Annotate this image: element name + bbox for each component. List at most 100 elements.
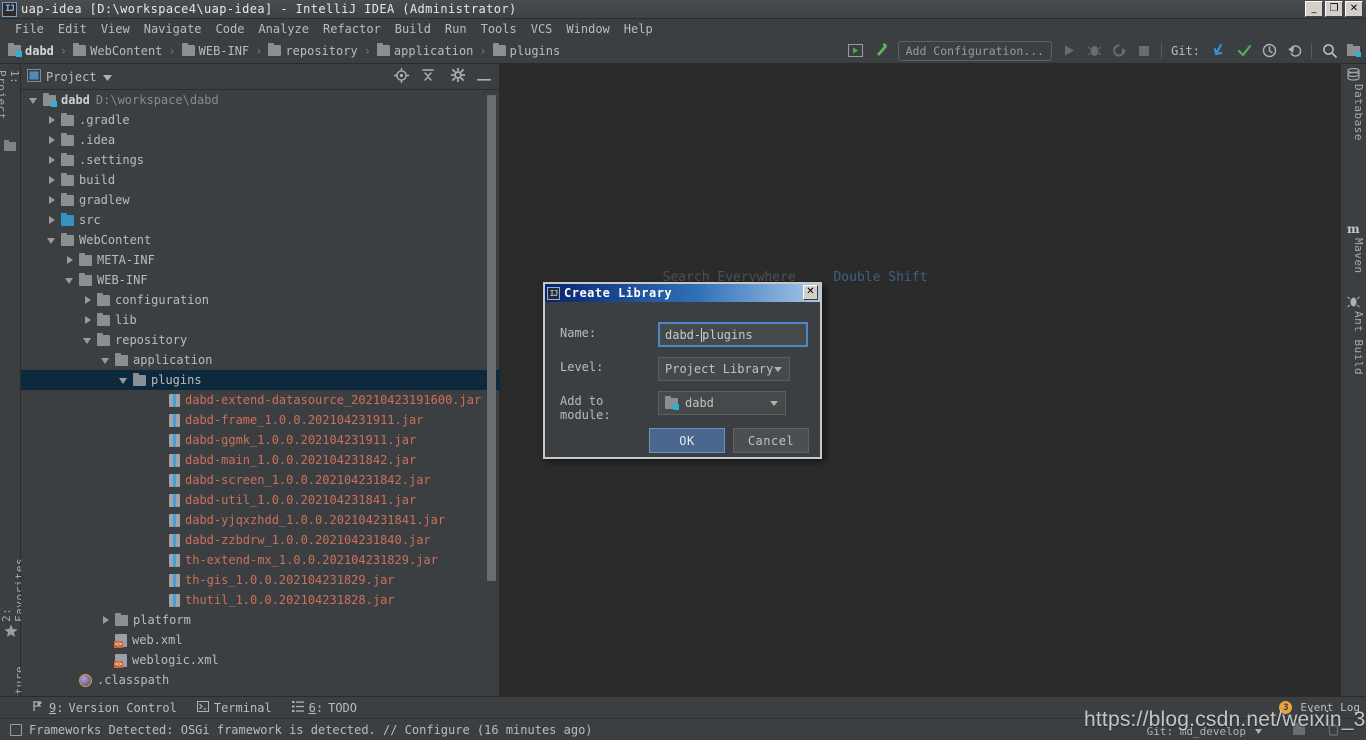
locate-icon[interactable] [394,67,409,86]
menu-vcs[interactable]: VCS [524,21,560,37]
tree-row[interactable]: thutil_1.0.0.202104231828.jar [21,590,500,610]
dialog-close-icon[interactable]: ✕ [803,285,818,300]
tree-row[interactable]: build [21,170,500,190]
history-icon[interactable] [1261,43,1277,59]
run-configuration-selector[interactable]: Add Configuration... [897,40,1053,61]
menu-analyze[interactable]: Analyze [251,21,316,37]
commit-icon[interactable] [1236,43,1252,59]
expand-arrow-icon[interactable] [65,255,76,266]
breadcrumb-item-application[interactable]: application [375,43,475,58]
breadcrumb-item-plugins[interactable]: plugins [491,43,563,58]
tree-row[interactable]: WebContent [21,230,500,250]
update-project-icon[interactable] [1211,43,1227,59]
breadcrumb-item-webcontent[interactable]: WebContent [71,43,164,58]
project-structure-icon[interactable] [1346,43,1362,59]
expand-arrow-icon[interactable] [101,615,112,626]
sidebar-item-favorites[interactable]: 2: Favorites [0,542,26,626]
tree-row[interactable]: platform [21,610,500,630]
restore-icon[interactable]: ❐ [1325,1,1343,17]
search-everywhere-icon[interactable] [1321,43,1337,59]
tree-row[interactable]: dabd-util_1.0.0.202104231841.jar [21,490,500,510]
tree-row[interactable]: th-gis_1.0.0.202104231829.jar [21,570,500,590]
bottom-tab-terminal[interactable]: Terminal [196,700,272,715]
expand-arrow-icon[interactable] [47,195,58,206]
expand-arrow-icon[interactable] [47,215,58,226]
tree-row[interactable]: th-extend-mx_1.0.0.202104231829.jar [21,550,500,570]
project-tree-scrollbar[interactable] [487,95,496,581]
tree-row[interactable]: .classpath [21,670,500,690]
breadcrumb-item-webinf[interactable]: WEB-INF [180,43,252,58]
tree-row[interactable]: dabd-zzbdrw_1.0.0.202104231840.jar [21,530,500,550]
tree-row[interactable]: dabd-screen_1.0.0.202104231842.jar [21,470,500,490]
tree-row[interactable]: plugins [21,370,500,390]
tree-row[interactable]: configuration [21,290,500,310]
library-name-input[interactable]: dabd-plugins [658,322,808,347]
tree-row[interactable]: lib [21,310,500,330]
menu-edit[interactable]: Edit [51,21,94,37]
tree-row[interactable]: weblogic.xml [21,650,500,670]
hide-panel-icon[interactable] [477,70,491,84]
expand-arrow-icon[interactable] [47,135,58,146]
expand-arrow-icon[interactable] [83,295,94,306]
breadcrumb-item-repository[interactable]: repository [266,43,359,58]
tree-row[interactable]: src [21,210,500,230]
menu-navigate[interactable]: Navigate [137,21,209,37]
tree-row[interactable]: repository [21,330,500,350]
collapse-arrow-icon[interactable] [101,355,112,366]
sidebar-item-maven[interactable]: Maven [1341,238,1365,283]
status-message[interactable]: Frameworks Detected: OSGi framework is d… [29,723,593,737]
menu-tools[interactable]: Tools [474,21,524,37]
tree-row[interactable]: dabd-ggmk_1.0.0.202104231911.jar [21,430,500,450]
tree-row[interactable]: dabd-extend-datasource_20210423191600.ja… [21,390,500,410]
close-icon[interactable]: ✕ [1345,1,1363,17]
tree-row-label: dabd-main_1.0.0.202104231842.jar [185,453,417,467]
menu-file[interactable]: File [8,21,51,37]
minimize-icon[interactable]: _ [1305,1,1323,17]
menu-refactor[interactable]: Refactor [316,21,388,37]
settings-gear-icon[interactable] [450,67,466,85]
menu-code[interactable]: Code [209,21,252,37]
menu-view[interactable]: View [94,21,137,37]
breadcrumb-item-dabd[interactable]: dabd [6,43,56,58]
menu-run[interactable]: Run [438,21,474,37]
bottom-tab-version-control[interactable]: 9: Version Control [32,700,177,715]
project-tree[interactable]: dabd D:\workspace\dabd .gradle .idea .settin… [21,90,500,696]
collapse-arrow-icon[interactable] [83,335,94,346]
tree-row[interactable]: dabd-yjqxzhdd_1.0.0.202104231841.jar [21,510,500,530]
sidebar-item-ant-build[interactable]: Ant Build [1341,311,1365,377]
level-dropdown[interactable]: Project Library [658,357,790,381]
expand-arrow-icon[interactable] [47,175,58,186]
sidebar-item-database[interactable]: Database [1341,84,1365,146]
menu-window[interactable]: Window [559,21,616,37]
tree-row[interactable]: web.xml [21,630,500,650]
chevron-down-icon[interactable] [102,70,112,84]
tree-row[interactable]: META-INF [21,250,500,270]
tree-row[interactable]: .settings [21,150,500,170]
tree-row[interactable]: .idea [21,130,500,150]
expand-arrow-icon[interactable] [83,315,94,326]
collapse-arrow-icon[interactable] [29,95,40,106]
collapse-arrow-icon[interactable] [47,235,58,246]
collapse-arrow-icon[interactable] [119,375,130,386]
ok-button[interactable]: OK [649,428,725,453]
expand-arrow-icon[interactable] [47,155,58,166]
cancel-button[interactable]: Cancel [733,428,809,453]
build-icon[interactable] [848,43,864,59]
collapse-all-icon[interactable] [421,68,435,85]
tree-row[interactable]: .gradle [21,110,500,130]
sidebar-item-project[interactable]: 1: Project [0,66,21,136]
bottom-tab-todo[interactable]: 6: TODO [291,700,357,715]
tree-row[interactable]: WEB-INF [21,270,500,290]
module-dropdown[interactable]: dabd [658,391,786,415]
rollback-icon[interactable] [1286,43,1302,59]
hammer-icon[interactable] [873,42,889,59]
expand-arrow-icon[interactable] [47,115,58,126]
menu-help[interactable]: Help [617,21,660,37]
tree-row[interactable]: dabd-frame_1.0.0.202104231911.jar [21,410,500,430]
tree-row[interactable]: gradlew [21,190,500,210]
menu-build[interactable]: Build [388,21,438,37]
collapse-arrow-icon[interactable] [65,275,76,286]
tree-row[interactable]: application [21,350,500,370]
tree-row[interactable]: dabd-main_1.0.0.202104231842.jar [21,450,500,470]
tree-row[interactable]: dabd D:\workspace\dabd [21,90,500,110]
